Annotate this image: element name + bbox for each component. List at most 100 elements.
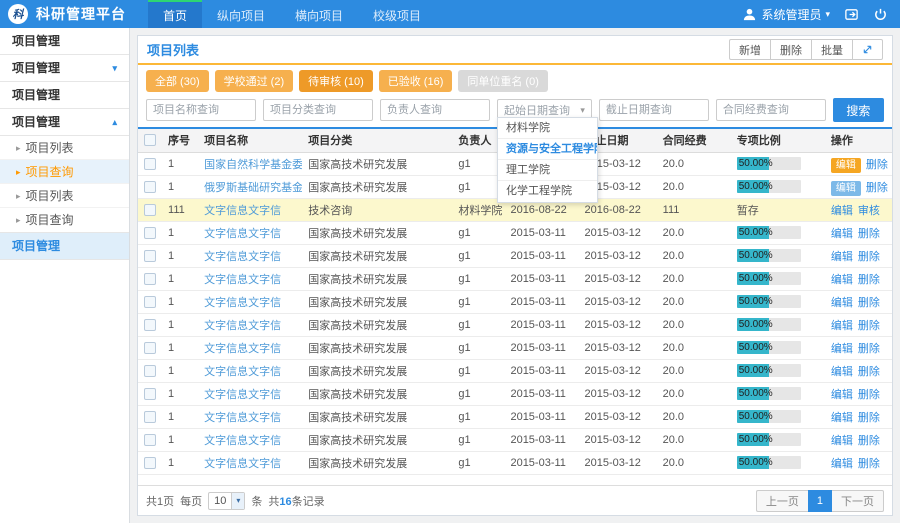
power-icon[interactable] xyxy=(873,7,888,22)
编辑-action[interactable]: 编辑 xyxy=(831,366,853,378)
row-checkbox[interactable] xyxy=(144,411,156,423)
row-checkbox[interactable] xyxy=(144,365,156,377)
编辑-action[interactable]: 编辑 xyxy=(831,343,853,355)
row-checkbox[interactable] xyxy=(144,204,156,216)
sidebar-subitem-3-1[interactable]: ▸项目查询 xyxy=(0,160,129,184)
sidebar-item-1[interactable]: 项目管理▾ xyxy=(0,55,129,82)
row-checkbox[interactable] xyxy=(144,181,156,193)
cell-ops: 编辑删除 xyxy=(825,336,892,359)
lock-screen-icon[interactable] xyxy=(844,7,859,22)
cell-fee: 20.0 xyxy=(657,290,731,313)
编辑-action[interactable]: 编辑 xyxy=(831,205,853,217)
删除-action[interactable]: 删除 xyxy=(858,297,880,309)
删除-button[interactable]: 删除 xyxy=(770,39,811,60)
删除-action[interactable]: 删除 xyxy=(858,343,880,355)
删除-action[interactable]: 删除 xyxy=(858,458,880,470)
fee-input[interactable] xyxy=(716,99,826,121)
next-page-button[interactable]: 下一页 xyxy=(832,490,884,512)
row-checkbox[interactable] xyxy=(144,342,156,354)
sidebar-subitem-3-0[interactable]: ▸项目列表 xyxy=(0,136,129,160)
编辑-action[interactable]: 编辑 xyxy=(831,458,853,470)
filter-tag[interactable]: 待审核 (10) xyxy=(299,70,373,92)
user-menu[interactable]: 系统管理员 ▾ xyxy=(742,6,830,23)
编辑-action[interactable]: 编辑 xyxy=(831,228,853,240)
end-date-input[interactable] xyxy=(599,99,709,121)
row-checkbox[interactable] xyxy=(144,296,156,308)
nav-item-纵向项目[interactable]: 纵向项目 xyxy=(202,0,280,28)
编辑-action[interactable]: 编辑 xyxy=(831,274,853,286)
project-name-link[interactable]: 文字信息文字信 xyxy=(204,366,281,378)
project-name-input[interactable] xyxy=(146,99,256,121)
row-checkbox[interactable] xyxy=(144,388,156,400)
project-name-link[interactable]: 文字信息文字信 xyxy=(204,205,281,217)
编辑-action[interactable]: 编辑 xyxy=(831,251,853,263)
编辑-action[interactable]: 编辑 xyxy=(831,320,853,332)
filter-tag[interactable]: 全部 (30) xyxy=(146,70,209,92)
删除-action[interactable]: 删除 xyxy=(858,366,880,378)
expand-button[interactable] xyxy=(852,39,883,60)
project-name-link[interactable]: 文字信息文字信 xyxy=(204,228,281,240)
删除-action[interactable]: 删除 xyxy=(858,320,880,332)
filter-tag[interactable]: 学校通过 (2) xyxy=(215,70,294,92)
删除-action[interactable]: 删除 xyxy=(866,182,888,194)
sidebar-item-3[interactable]: 项目管理▴ xyxy=(0,109,129,136)
page-size-select[interactable]: 10 ▾ xyxy=(208,492,245,510)
project-category-input[interactable] xyxy=(263,99,373,121)
project-name-link[interactable]: 文字信息文字信 xyxy=(204,412,281,424)
project-name-link[interactable]: 俄罗斯基础研究基金会 xyxy=(204,182,302,194)
project-name-link[interactable]: 文字信息文字信 xyxy=(204,251,281,263)
project-name-link[interactable]: 文字信息文字信 xyxy=(204,320,281,332)
编辑-action[interactable]: 编辑 xyxy=(831,389,853,401)
删除-action[interactable]: 删除 xyxy=(858,389,880,401)
row-checkbox[interactable] xyxy=(144,319,156,331)
row-checkbox[interactable] xyxy=(144,227,156,239)
sidebar-item-4[interactable]: 项目管理 xyxy=(0,233,129,260)
progress-label: 50.00% xyxy=(739,456,773,469)
删除-action[interactable]: 删除 xyxy=(858,274,880,286)
删除-action[interactable]: 删除 xyxy=(866,159,888,171)
search-button[interactable]: 搜索 xyxy=(833,98,884,122)
filter-tag[interactable]: 已验收 (16) xyxy=(379,70,453,92)
sidebar-subitem-3-3[interactable]: ▸项目查询 xyxy=(0,208,129,232)
dropdown-option[interactable]: 理工学院 xyxy=(498,160,597,181)
project-name-link[interactable]: 文字信息文字信 xyxy=(204,435,281,447)
row-checkbox[interactable] xyxy=(144,457,156,469)
编辑-action[interactable]: 编辑 xyxy=(831,181,861,196)
dropdown-option[interactable]: 资源与安全工程学院 xyxy=(498,139,597,160)
prev-page-button[interactable]: 上一页 xyxy=(756,490,808,512)
nav-item-横向项目[interactable]: 横向项目 xyxy=(280,0,358,28)
project-name-link[interactable]: 文字信息文字信 xyxy=(204,458,281,470)
dropdown-option[interactable]: 材料学院 xyxy=(498,118,597,139)
project-name-link[interactable]: 文字信息文字信 xyxy=(204,274,281,286)
row-checkbox[interactable] xyxy=(144,273,156,285)
select-all-checkbox[interactable] xyxy=(144,134,156,146)
删除-action[interactable]: 删除 xyxy=(858,251,880,263)
leader-input[interactable] xyxy=(380,99,490,121)
编辑-action[interactable]: 编辑 xyxy=(831,412,853,424)
sidebar-subitem-3-2[interactable]: ▸项目列表 xyxy=(0,184,129,208)
project-name-link[interactable]: 文字信息文字信 xyxy=(204,343,281,355)
sidebar-item-2[interactable]: 项目管理 xyxy=(0,82,129,109)
row-checkbox[interactable] xyxy=(144,158,156,170)
project-name-link[interactable]: 国家自然科学基金委员会 xyxy=(204,159,302,171)
sidebar-item-0[interactable]: 项目管理 xyxy=(0,28,129,55)
cell-ratio: 50.00% xyxy=(731,221,825,244)
审核-action[interactable]: 审核 xyxy=(858,205,880,217)
current-page[interactable]: 1 xyxy=(808,490,832,512)
删除-action[interactable]: 删除 xyxy=(858,228,880,240)
dropdown-option[interactable]: 化学工程学院 xyxy=(498,181,597,202)
删除-action[interactable]: 删除 xyxy=(858,412,880,424)
新增-button[interactable]: 新增 xyxy=(729,39,770,60)
project-name-link[interactable]: 文字信息文字信 xyxy=(204,389,281,401)
批量-button[interactable]: 批量 xyxy=(811,39,852,60)
row-checkbox[interactable] xyxy=(144,250,156,262)
删除-action[interactable]: 删除 xyxy=(858,435,880,447)
cell-fee: 20.0 xyxy=(657,359,731,382)
nav-item-校级项目[interactable]: 校级项目 xyxy=(358,0,436,28)
编辑-action[interactable]: 编辑 xyxy=(831,158,861,173)
nav-item-首页[interactable]: 首页 xyxy=(148,0,202,28)
编辑-action[interactable]: 编辑 xyxy=(831,297,853,309)
project-name-link[interactable]: 文字信息文字信 xyxy=(204,297,281,309)
编辑-action[interactable]: 编辑 xyxy=(831,435,853,447)
row-checkbox[interactable] xyxy=(144,434,156,446)
